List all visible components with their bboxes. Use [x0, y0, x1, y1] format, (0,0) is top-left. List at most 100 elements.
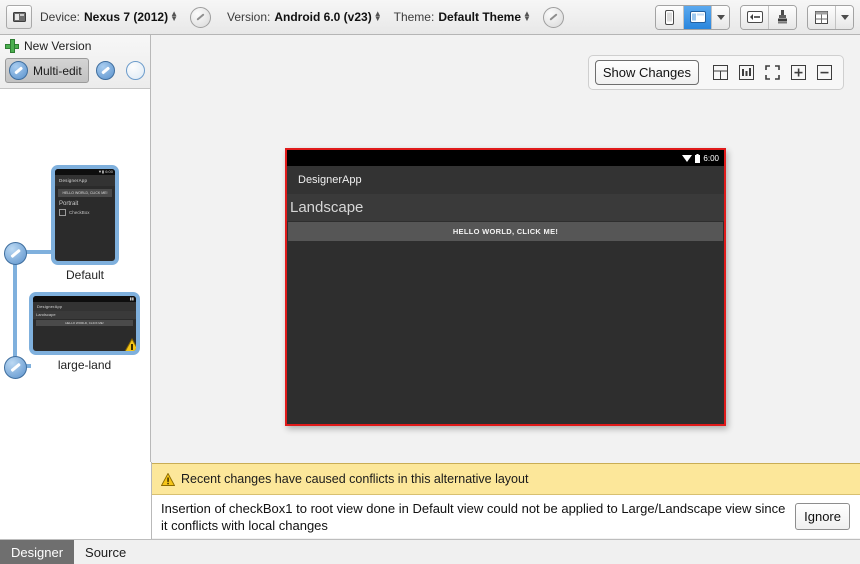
- tablet-icon: [689, 11, 706, 23]
- thumb-status-bar: ▼▮ 6:00: [55, 169, 115, 175]
- thumb-status-icons: ▮▮: [129, 296, 134, 301]
- direction-theme-group: [740, 4, 797, 30]
- thumb-checkbox: CheckBox: [55, 209, 115, 216]
- multi-edit-button[interactable]: Multi-edit: [5, 58, 89, 83]
- device-label: Device:: [40, 10, 81, 24]
- sidebar-header-actions: Multi-edit: [5, 58, 145, 83]
- version-thumb-default[interactable]: ▼▮ 6:00 DesignerApp HELLO WORLD, CLICK M…: [51, 165, 119, 282]
- distribution-icon[interactable]: [733, 62, 759, 84]
- canvas-toolbar: Show Changes: [587, 55, 844, 90]
- app-bar: DesignerApp: [287, 166, 724, 194]
- design-canvas: Show Changes 6:00 DesignerApp Landscape …: [152, 36, 860, 462]
- main-toolbar: Device: Nexus 7 (2012) ▲ ▼ Version: Andro…: [0, 0, 860, 35]
- grid-options-group: [807, 4, 854, 30]
- grid-icon: [815, 10, 828, 24]
- distribution-glyph: [738, 65, 754, 80]
- ignore-button[interactable]: Ignore: [795, 503, 850, 530]
- thumb-app-title: DesignerApp: [33, 302, 136, 311]
- version-node-default[interactable]: [4, 242, 27, 265]
- theme-edit-button[interactable]: [542, 6, 564, 28]
- thumb-orientation-label: Landscape: [33, 311, 136, 319]
- zoom-in-glyph: [790, 65, 806, 80]
- selection-arrow-icon: [136, 316, 140, 332]
- tablet-preview-button[interactable]: [684, 5, 712, 29]
- split-view-glyph: [712, 65, 728, 80]
- orientation-text-view[interactable]: Landscape: [287, 194, 724, 221]
- zoom-in-icon[interactable]: [785, 62, 811, 84]
- battery-icon: [695, 153, 701, 163]
- thumb-checkbox-label: CheckBox: [69, 210, 90, 215]
- fullscreen-glyph: [764, 65, 780, 80]
- thumb-app-title: DesignerApp: [55, 175, 115, 186]
- warning-triangle-icon: [124, 338, 136, 351]
- hello-world-button[interactable]: HELLO WORLD, CLICK ME!: [288, 222, 723, 241]
- fullscreen-icon[interactable]: [759, 62, 785, 84]
- show-changes-button[interactable]: Show Changes: [594, 60, 699, 85]
- sidebar-bottom-filler: [0, 462, 152, 539]
- toolbar-right-groups: [645, 4, 854, 30]
- tab-source[interactable]: Source: [74, 540, 137, 564]
- version-caption-large-land: large-land: [57, 358, 112, 372]
- version-preview-large-land: ▮▮ DesignerApp Landscape HELLO WORLD, CL…: [29, 292, 140, 355]
- edit-version-button[interactable]: [96, 61, 115, 80]
- status-bar-time: 6:00: [703, 153, 719, 163]
- tab-designer[interactable]: Designer: [0, 540, 75, 564]
- empty-circle-icon[interactable]: [126, 61, 145, 80]
- grid-layout-button[interactable]: [808, 5, 836, 29]
- version-value[interactable]: Android 6.0 (v23): [274, 10, 371, 24]
- split-view-icon[interactable]: [707, 62, 733, 84]
- zoom-out-icon[interactable]: [811, 62, 837, 84]
- brush-icon: [778, 9, 787, 23]
- status-bar-icons: [682, 153, 701, 163]
- thumb-status-icons: ▼▮ 6:00: [97, 169, 113, 174]
- android-layout-designer-window: Device: Nexus 7 (2012) ▲ ▼ Version: Andro…: [0, 0, 860, 564]
- new-version-button[interactable]: New Version: [5, 39, 145, 53]
- phone-preview-button[interactable]: [656, 5, 684, 29]
- version-preview-default: ▼▮ 6:00 DesignerApp HELLO WORLD, CLICK M…: [51, 165, 119, 265]
- theme-value[interactable]: Default Theme: [438, 10, 521, 24]
- thumb-hello-button: HELLO WORLD, CLICK ME!: [36, 320, 133, 326]
- chevron-down-icon: [840, 14, 849, 20]
- conflict-banner-body: Insertion of checkBox1 to root view done…: [152, 495, 860, 538]
- warning-triangle-icon: [161, 472, 175, 486]
- device-preview[interactable]: 6:00 DesignerApp Landscape HELLO WORLD, …: [285, 148, 726, 426]
- version-node-large-land[interactable]: [4, 356, 27, 379]
- sidebar-header: New Version Multi-edit: [0, 35, 150, 89]
- preview-dropdown-button[interactable]: [712, 5, 729, 29]
- version-caption-default: Default: [65, 268, 105, 282]
- theme-spinner-icon[interactable]: ▲ ▼: [523, 10, 531, 23]
- pencil-circle-icon: [9, 61, 28, 80]
- thumb-hello-button: HELLO WORLD, CLICK ME!: [58, 189, 112, 197]
- device-preview-glyph: [12, 12, 26, 22]
- left-arrow-box-icon: [746, 11, 763, 23]
- wifi-icon: [682, 155, 693, 162]
- thumb-text-label: Portrait: [59, 201, 79, 207]
- phone-icon: [665, 9, 674, 25]
- grid-dropdown-button[interactable]: [836, 5, 853, 29]
- theme-brush-button[interactable]: [769, 5, 796, 29]
- chevron-down-icon: [716, 14, 725, 20]
- device-spinner-icon[interactable]: ▲ ▼: [170, 10, 178, 23]
- connector-line-vertical: [13, 252, 17, 365]
- device-preview-icon[interactable]: [6, 5, 32, 29]
- rtl-direction-button[interactable]: [741, 5, 769, 29]
- multi-edit-label: Multi-edit: [33, 63, 82, 78]
- theme-label: Theme:: [393, 10, 435, 24]
- app-bar-title: DesignerApp: [298, 174, 362, 186]
- conflict-banner-headline: Recent changes have caused conflicts in …: [181, 472, 529, 486]
- zoom-out-glyph: [816, 65, 832, 80]
- android-status-bar: 6:00: [287, 150, 724, 166]
- version-spinner-icon[interactable]: ▲ ▼: [374, 10, 382, 23]
- green-plus-icon: [5, 39, 19, 53]
- checkbox-icon: [59, 209, 66, 216]
- editor-tabs: Designer Source: [0, 539, 860, 564]
- conflict-banner: Recent changes have caused conflicts in …: [152, 463, 860, 538]
- preview-mode-group: [655, 4, 730, 30]
- new-version-label: New Version: [24, 39, 92, 53]
- conflict-banner-header: Recent changes have caused conflicts in …: [152, 463, 860, 495]
- version-thumb-large-land[interactable]: ▮▮ DesignerApp Landscape HELLO WORLD, CL…: [29, 292, 140, 372]
- thumb-status-bar: ▮▮: [33, 296, 136, 302]
- conflict-banner-detail: Insertion of checkBox1 to root view done…: [161, 500, 786, 533]
- device-value[interactable]: Nexus 7 (2012): [84, 10, 168, 24]
- device-edit-button[interactable]: [189, 6, 211, 28]
